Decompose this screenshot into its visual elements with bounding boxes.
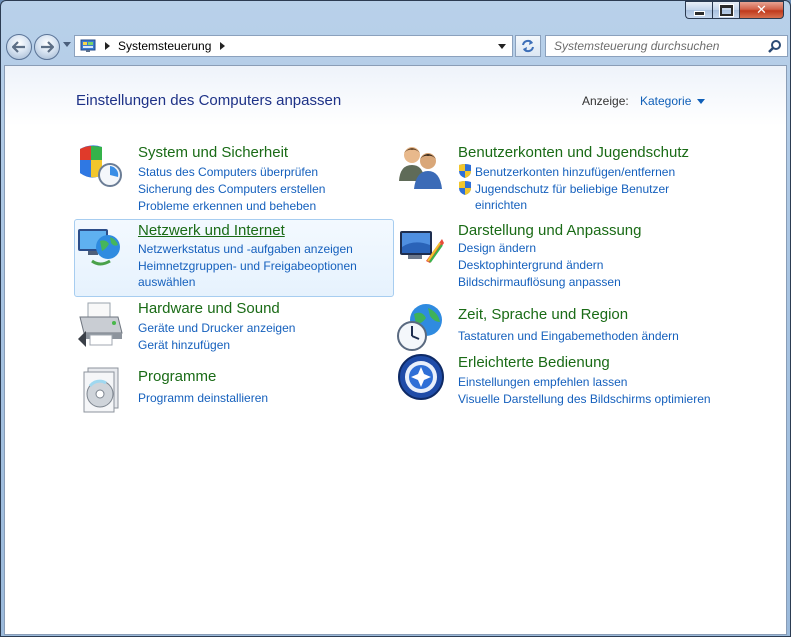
- link-optimize-display[interactable]: Visuelle Darstellung des Bildschirms opt…: [458, 391, 711, 407]
- caption-buttons: ✕: [685, 1, 784, 21]
- programs-disc-icon: [83, 367, 119, 413]
- link-create-backup[interactable]: Sicherung des Computers erstellen: [138, 181, 325, 197]
- forward-button[interactable]: [34, 34, 60, 60]
- link-change-keyboards[interactable]: Tastaturen und Eingabemethoden ändern: [458, 328, 679, 344]
- uac-shield-icon: [459, 181, 471, 195]
- breadcrumb-expand-icon[interactable]: [220, 42, 226, 50]
- users-icon: [399, 147, 442, 189]
- breadcrumb-systemsteuerung[interactable]: Systemsteuerung: [118, 39, 211, 53]
- link-adjust-resolution[interactable]: Bildschirmauflösung anpassen: [458, 274, 621, 290]
- ease-of-access-icon: [398, 354, 444, 400]
- link-homegroup-sharing-cont[interactable]: auswählen: [138, 274, 195, 290]
- category-title-network-internet[interactable]: Netzwerk und Internet: [138, 222, 285, 239]
- search-input[interactable]: [546, 36, 769, 56]
- printer-icon: [78, 302, 123, 347]
- category-title-clock-language-region[interactable]: Zeit, Sprache und Region: [458, 306, 628, 323]
- link-recommend-settings[interactable]: Einstellungen empfehlen lassen: [458, 374, 627, 390]
- link-change-theme[interactable]: Design ändern: [458, 240, 536, 256]
- category-title-hardware-sound[interactable]: Hardware und Sound: [138, 300, 280, 317]
- category-title-user-accounts[interactable]: Benutzerkonten und Jugendschutz: [458, 144, 689, 161]
- category-title-system-security[interactable]: System und Sicherheit: [138, 144, 288, 161]
- breadcrumb-separator-icon[interactable]: [105, 42, 110, 50]
- link-parental-controls-cont[interactable]: einrichten: [475, 197, 527, 213]
- close-icon: ✕: [756, 2, 767, 18]
- control-panel-icon: [80, 39, 96, 53]
- link-homegroup-sharing[interactable]: Heimnetzgruppen- und Freigabeoptionen: [138, 258, 357, 274]
- forward-arrow-icon: [41, 41, 54, 53]
- category-title-ease-of-access[interactable]: Erleichterte Bedienung: [458, 354, 610, 371]
- link-network-status[interactable]: Netzwerkstatus und -aufgaben anzeigen: [138, 241, 353, 257]
- back-arrow-icon: [12, 41, 25, 53]
- clock-globe-icon: [397, 304, 442, 351]
- uac-shield-icon: [459, 164, 471, 178]
- category-title-appearance[interactable]: Darstellung und Anpassung: [458, 222, 641, 239]
- security-shield-icon: [80, 145, 122, 187]
- chevron-down-icon: [697, 98, 706, 104]
- back-button[interactable]: [6, 34, 32, 60]
- navigation-bar: Systemsteuerung: [5, 33, 788, 61]
- maximize-icon: [718, 3, 734, 17]
- control-panel-window: ✕ Systemsteuerung Einstellungen de: [0, 0, 791, 637]
- page-title: Einstellungen des Computers anpassen: [76, 92, 342, 109]
- link-add-remove-accounts[interactable]: Benutzerkonten hinzufügen/entfernen: [475, 164, 675, 180]
- view-mode-dropdown[interactable]: Kategorie: [640, 94, 706, 108]
- view-mode-value: Kategorie: [640, 94, 692, 108]
- network-globe-icon: [78, 229, 120, 266]
- link-uninstall-program[interactable]: Programm deinstallieren: [138, 390, 268, 406]
- link-change-background[interactable]: Desktophintergrund ändern: [458, 257, 603, 273]
- refresh-button[interactable]: [515, 35, 541, 57]
- recent-pages-dropdown[interactable]: [63, 42, 71, 47]
- minimize-button[interactable]: [685, 1, 712, 19]
- link-add-device[interactable]: Gerät hinzufügen: [138, 337, 230, 353]
- close-button[interactable]: ✕: [739, 1, 784, 19]
- search-box[interactable]: [545, 35, 788, 57]
- maximize-button[interactable]: [712, 1, 739, 19]
- category-title-programs[interactable]: Programme: [138, 368, 216, 385]
- address-bar[interactable]: Systemsteuerung: [74, 35, 513, 57]
- view-label: Anzeige:: [582, 94, 629, 108]
- refresh-icon: [522, 39, 534, 53]
- address-dropdown-icon[interactable]: [498, 44, 506, 49]
- link-check-computer-status[interactable]: Status des Computers überprüfen: [138, 164, 318, 180]
- content-pane: Einstellungen des Computers anpassen Anz…: [4, 65, 787, 635]
- link-parental-controls[interactable]: Jugendschutz für beliebige Benutzer: [475, 181, 669, 197]
- link-devices-printers[interactable]: Geräte und Drucker anzeigen: [138, 320, 295, 336]
- minimize-icon: [693, 10, 705, 16]
- appearance-monitor-icon: [400, 231, 444, 263]
- link-troubleshoot[interactable]: Probleme erkennen und beheben: [138, 198, 316, 214]
- search-icon[interactable]: [768, 39, 782, 53]
